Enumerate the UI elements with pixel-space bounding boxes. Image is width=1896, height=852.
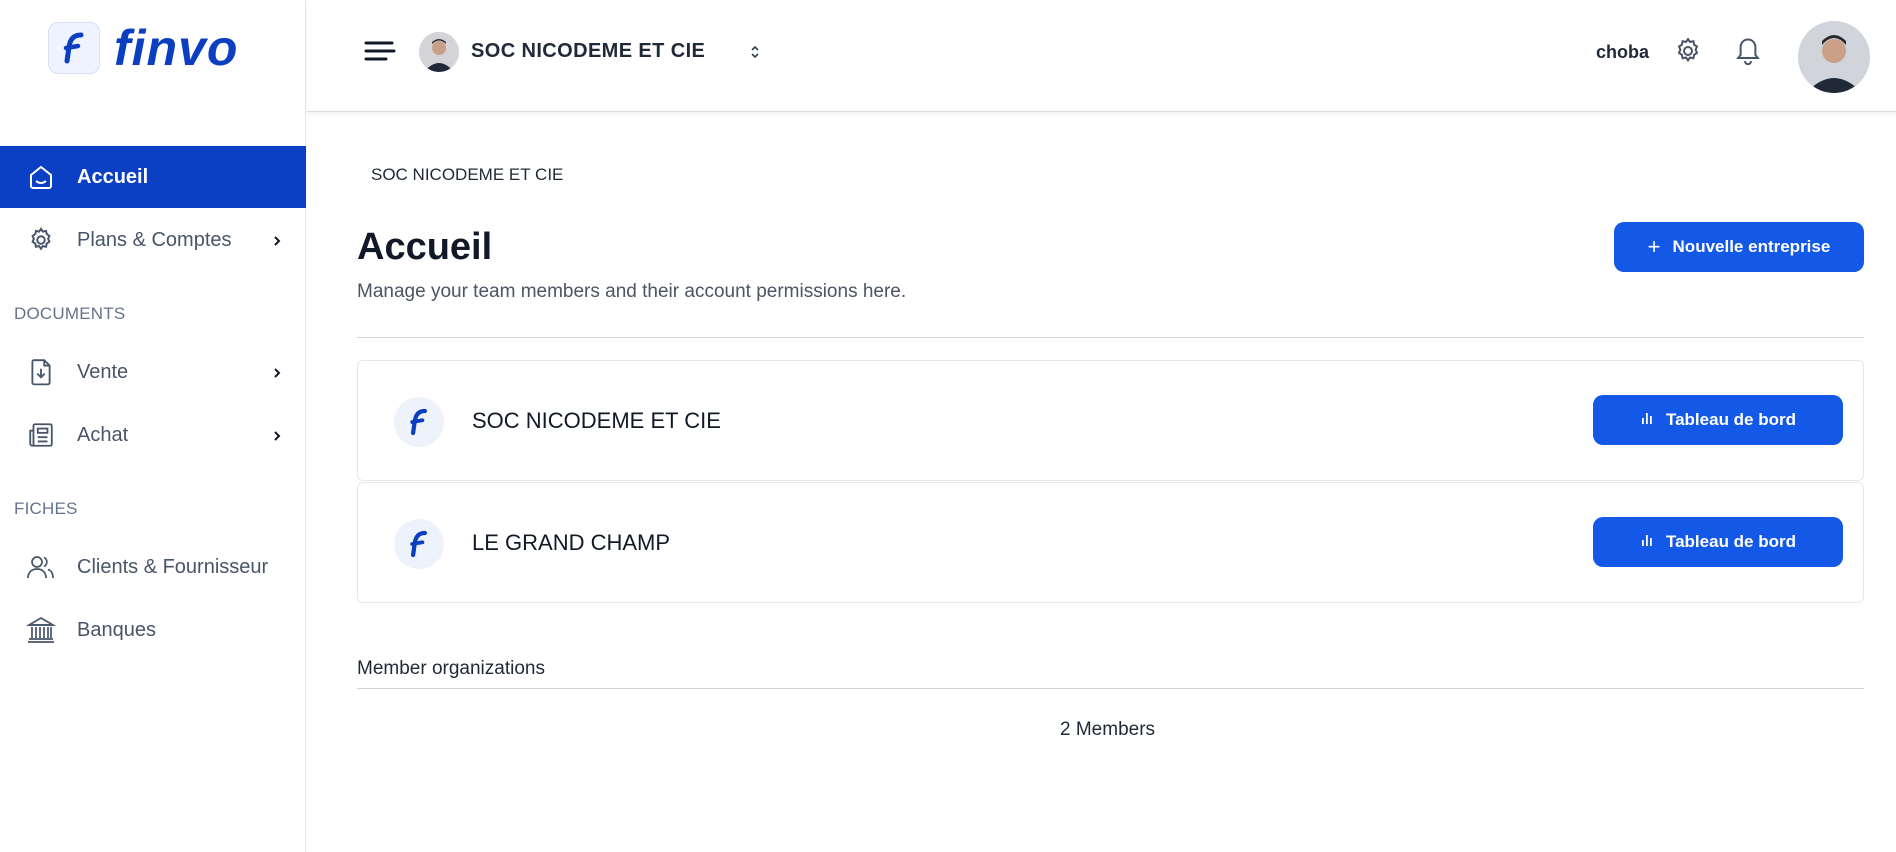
bar-chart-icon [1640, 532, 1654, 552]
sidebar-item-label: Banques [77, 618, 156, 641]
top-header: SOC NICODEME ET CIE choba [307, 0, 1896, 112]
settings-gear-icon[interactable] [1673, 36, 1705, 68]
company-logo-icon [394, 519, 444, 569]
sidebar-item-label: Clients & Fournisseur [77, 555, 269, 578]
company-name: SOC NICODEME ET CIE [472, 408, 721, 433]
sidebar-item-banques[interactable]: Banques [0, 599, 306, 661]
finvo-logo-icon [48, 22, 100, 74]
sidebar: finvo Accueil Plans & Comptes DOCUMENTS … [0, 0, 306, 852]
members-count: 2 Members [1060, 719, 1156, 740]
section-title-fiches: FICHES [14, 499, 78, 518]
members-section-label: Member organizations [357, 658, 545, 679]
sidebar-item-label: Plans & Comptes [77, 228, 232, 251]
sidebar-item-achat[interactable]: Achat [0, 404, 306, 466]
sidebar-item-label: Achat [77, 423, 129, 446]
sidebar-item-label: Vente [77, 360, 129, 383]
dashboard-button[interactable]: Tableau de bord [1593, 517, 1843, 567]
sidebar-item-accueil[interactable]: Accueil [0, 146, 306, 208]
chevron-right-icon [272, 363, 282, 386]
organization-avatar [419, 32, 459, 72]
users-icon [26, 552, 56, 582]
newspaper-icon [26, 420, 56, 450]
page-title: Accueil [357, 226, 493, 268]
page-subtitle: Manage your team members and their accou… [357, 281, 907, 302]
document-download-icon [26, 357, 56, 387]
new-company-button-label: Nouvelle entreprise [1672, 237, 1831, 256]
brand-name: finvo [114, 20, 239, 76]
gear-icon [26, 225, 56, 255]
divider [357, 337, 1864, 338]
divider [357, 688, 1864, 689]
chevron-right-icon [272, 426, 282, 449]
section-title-documents: DOCUMENTS [14, 304, 126, 323]
dashboard-button-label: Tableau de bord [1665, 410, 1797, 429]
sidebar-item-vente[interactable]: Vente [0, 341, 306, 403]
breadcrumb[interactable]: SOC NICODEME ET CIE [371, 165, 563, 185]
dashboard-button[interactable]: Tableau de bord [1593, 395, 1843, 445]
bar-chart-icon [1640, 410, 1654, 430]
plus-icon: + [1647, 234, 1661, 259]
company-name: LE GRAND CHAMP [472, 530, 671, 555]
home-icon [26, 162, 56, 192]
bank-icon [26, 615, 56, 645]
brand-logo[interactable]: finvo [48, 22, 238, 74]
username: choba [1596, 42, 1650, 62]
chevron-up-down-icon[interactable] [747, 42, 763, 62]
sidebar-item-plans-comptes[interactable]: Plans & Comptes [0, 209, 306, 271]
bell-icon[interactable] [1733, 34, 1765, 68]
sidebar-item-clients-fournisseur[interactable]: Clients & Fournisseur [0, 536, 306, 598]
company-card: LE GRAND CHAMP Tableau de bord [357, 482, 1864, 603]
company-logo-icon [394, 397, 444, 447]
menu-icon[interactable] [363, 38, 397, 64]
sidebar-item-label: Accueil [77, 165, 149, 188]
new-company-button[interactable]: + Nouvelle entreprise [1614, 222, 1864, 272]
dashboard-button-label: Tableau de bord [1665, 532, 1797, 551]
chevron-right-icon [272, 231, 282, 254]
company-card: SOC NICODEME ET CIE Tableau de bord [357, 360, 1864, 481]
user-avatar[interactable] [1798, 21, 1870, 93]
organization-name[interactable]: SOC NICODEME ET CIE [471, 40, 705, 63]
